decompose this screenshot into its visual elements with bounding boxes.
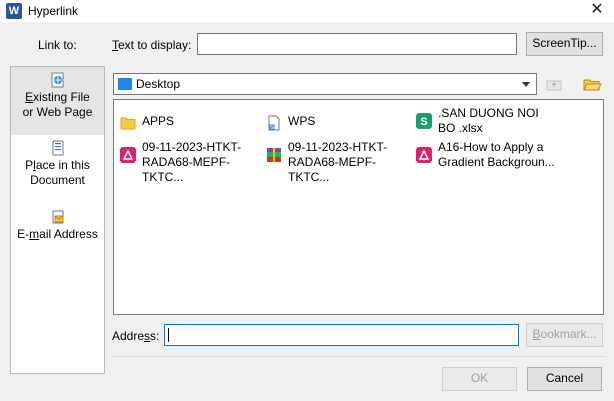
file-name: WPS [288,114,316,128]
file-name: 09-11-2023-HTKT-RADA68-MEPF-TKTC... [142,140,242,184]
up-folder-icon[interactable] [544,74,564,94]
link-to-existing-file[interactable]: Existing File or Web Page [11,67,104,135]
file-name: APPS [142,114,175,128]
email-icon [52,210,63,224]
title-bar: W Hyperlink ✕ [0,0,614,22]
link-to-panel: Existing File or Web Page Place in this … [10,66,105,374]
address-input[interactable] [164,324,519,346]
link-to-existing-file-line1: Existing File [25,90,90,104]
svg-text:S: S [420,116,427,128]
link-to-email-label: E-mail Address [17,227,98,241]
file-item[interactable]: S .SAN DUONG NOI BO .xlsx [416,106,558,136]
file-name: 09-11-2023-HTKT-RADA68-MEPF-TKTC... [288,140,388,184]
pdf-icon [120,147,136,163]
file-name: .SAN DUONG NOI BO .xlsx [438,106,539,135]
close-icon[interactable]: ✕ [580,0,614,22]
ok-button[interactable]: OK [442,367,517,391]
file-item[interactable]: 09-11-2023-HTKT-RADA68-MEPF-TKTC... [120,140,262,185]
desktop-icon [118,78,132,90]
link-to-place-line1: Place in this [25,158,90,172]
file-name: A16-How to Apply a Gradient Backgroun... [438,140,555,169]
file-item[interactable]: APPS [120,114,262,131]
archive-icon [267,148,281,162]
address-label: Address: [112,329,160,343]
divider [112,356,606,357]
link-to-place-in-document[interactable]: Place in this Document [11,137,104,197]
text-to-display-input[interactable] [197,33,517,55]
wps-writer-logo: W [6,3,22,19]
file-item[interactable]: A16-How to Apply a Gradient Backgroun... [416,140,558,170]
text-to-display-label: Text to display: [112,38,192,52]
look-in-value: Desktop [136,77,181,91]
chevron-down-icon[interactable] [522,82,530,87]
spreadsheet-icon: S [416,113,432,129]
file-item[interactable]: 09-11-2023-HTKT-RADA68-MEPF-TKTC... [266,140,408,185]
text-cursor [168,328,169,342]
link-to-place-line2: Document [30,173,85,187]
bookmark-button[interactable]: Bookmark... [526,323,603,347]
document-page-icon [52,140,63,156]
link-to-existing-file-line2: or Web Page [22,105,93,119]
look-in-dropdown[interactable]: Desktop [113,73,537,95]
link-to-label: Link to: [38,38,77,52]
cancel-button[interactable]: Cancel [527,367,602,391]
dialog-title: Hyperlink [28,4,79,18]
shortcut-file-icon [268,115,280,131]
globe-document-icon [51,72,63,88]
file-list: APPS WPS S .SAN DUONG NOI BO .xlsx 09-11… [113,99,604,315]
file-item[interactable]: WPS [266,114,408,131]
folder-icon [120,117,136,130]
screentip-button[interactable]: ScreenTip... [526,32,603,56]
browse-folder-icon[interactable] [582,74,602,94]
pdf-icon [416,147,432,163]
link-to-email-address[interactable]: E-mail Address [11,207,104,249]
